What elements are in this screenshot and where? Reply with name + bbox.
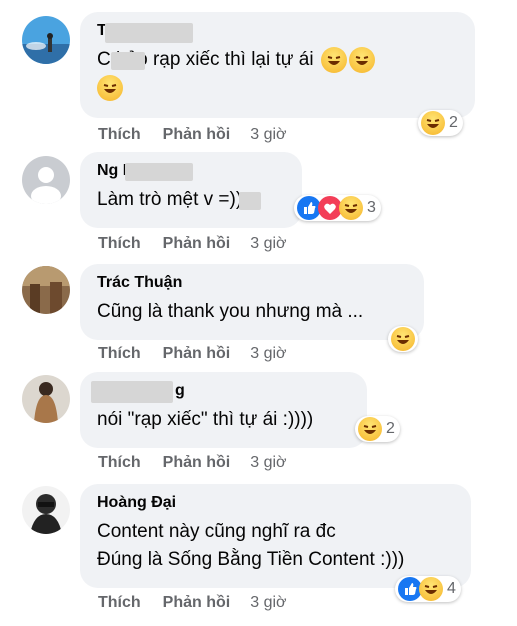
haha-reaction-icon [339,196,363,220]
timestamp[interactable]: 3 giờ [250,593,286,613]
haha-reaction-icon [358,417,382,441]
redacted-name [125,163,193,181]
rofl-emoji-icon [320,46,347,73]
avatar[interactable] [22,266,70,314]
reaction-summary[interactable]: 2 [418,110,463,136]
comment-actions: Thích Phản hồi 3 giờ [98,453,309,473]
reaction-summary[interactable]: 4 [395,576,461,602]
rofl-emoji-icon [97,74,123,101]
comment-actions: Thích Phản hồi 3 giờ [98,344,309,364]
reaction-count: 3 [367,199,376,216]
haha-reaction-icon [391,327,415,351]
reaction-count: 4 [447,580,456,597]
avatar[interactable] [22,16,70,64]
comment-bubble: Ng Nh Làm trò mệt v =)) [80,152,302,228]
comment-author[interactable]: Ng Nh [97,160,288,182]
reply-button[interactable]: Phản hồi [163,234,231,254]
comment-text: Content này cũng nghĩ ra đc [97,521,336,542]
comment-author[interactable]: Trác Thuận [97,272,410,294]
timestamp[interactable]: 3 giờ [250,344,286,364]
like-button[interactable]: Thích [98,125,141,145]
like-button[interactable]: Thích [98,593,141,613]
comment-text: Làm trò mệt v =)) [97,186,288,214]
comment-bubble: Hoàng Đại Content này cũng nghĩ ra đc Đú… [80,484,471,588]
comment-bubble: Trác Thuận Cũng là thank you nhưng mà ..… [80,264,424,340]
like-button[interactable]: Thích [98,344,141,364]
haha-reaction-icon [421,111,445,135]
comment-text-line2 [97,74,461,102]
like-button[interactable]: Thích [98,453,141,473]
reaction-summary[interactable]: 2 [355,416,400,442]
avatar[interactable] [22,375,70,423]
reaction-count: 2 [449,114,458,131]
comment-text: C bảo rạp xiếc thì lại tự ái [97,46,461,74]
comment-text: Cũng là thank you nhưng mà ... [97,301,364,322]
comment-text-line2: Đúng là Sống Bằng Tiền Content :))) [97,549,405,570]
avatar[interactable] [22,156,70,204]
reply-button[interactable]: Phản hồi [163,453,231,473]
redacted-word [239,192,261,210]
timestamp[interactable]: 3 giờ [250,125,286,145]
comment-actions: Thích Phản hồi 3 giờ [98,593,309,613]
comment-author[interactable]: g [91,380,353,403]
comment-author[interactable]: Hoàng Đại [97,492,457,514]
rofl-emoji-icon [348,46,375,73]
timestamp[interactable]: 3 giờ [250,453,286,473]
reaction-count: 2 [386,420,395,437]
comment-bubble: T C bảo rạp xiếc thì lại tự ái [80,12,475,118]
redacted-word [111,52,145,70]
comment-actions: Thích Phản hồi 3 giờ [98,234,309,254]
redacted-name [105,23,193,43]
comment-actions: Thích Phản hồi 3 giờ [98,125,309,145]
reply-button[interactable]: Phản hồi [163,125,231,145]
like-button[interactable]: Thích [98,234,141,254]
timestamp[interactable]: 3 giờ [250,234,286,254]
reaction-summary[interactable]: 3 [294,195,381,221]
avatar[interactable] [22,486,70,534]
reaction-summary[interactable] [388,326,418,352]
reply-button[interactable]: Phản hồi [163,593,231,613]
comment-author[interactable]: T [97,20,461,43]
comment-bubble: g nói "rạp xiếc" thì tự ái :)))) [80,372,367,448]
comment-text: nói "rạp xiếc" thì tự ái :)))) [97,409,314,430]
haha-reaction-icon [419,577,443,601]
reply-button[interactable]: Phản hồi [163,344,231,364]
redacted-name [91,381,173,403]
